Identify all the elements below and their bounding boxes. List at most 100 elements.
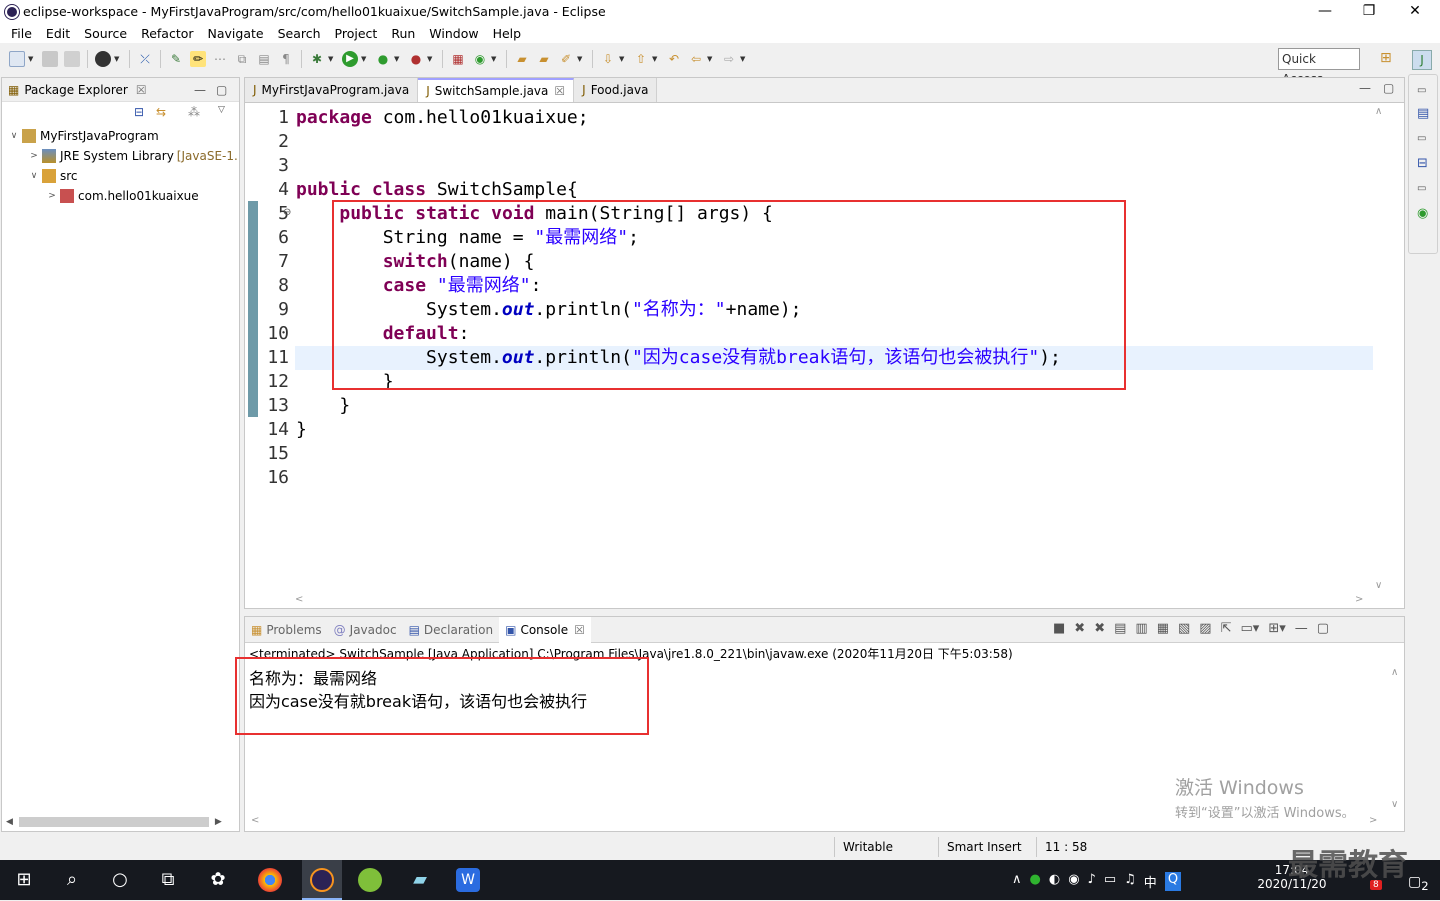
tree-item-project[interactable]: ∨ MyFirstJavaProgram	[8, 126, 159, 146]
open-console-icon[interactable]: ⊞▾	[1268, 621, 1285, 636]
run-icon[interactable]: ▶	[342, 51, 358, 67]
menu-help[interactable]: Help	[486, 26, 529, 41]
profile-icon[interactable]	[95, 51, 111, 67]
view-menu-icon[interactable]: ▽	[218, 105, 225, 115]
network-icon[interactable]: ▭	[1104, 872, 1116, 891]
wps-app-icon[interactable]: W	[456, 868, 480, 892]
wechat-icon[interactable]: ●	[1030, 872, 1041, 891]
new-icon[interactable]	[9, 51, 25, 67]
search-tool-icon[interactable]: ✐	[558, 51, 574, 67]
remove-launch-icon[interactable]: ✖	[1074, 621, 1085, 636]
open-task-icon[interactable]: ▰	[536, 51, 552, 67]
action-center-icon[interactable]: ▢2	[1408, 874, 1429, 893]
hierarchy-icon[interactable]: ⊟	[1417, 156, 1429, 171]
open-perspective-icon[interactable]: ⊞	[1380, 50, 1398, 68]
tree-item-src[interactable]: ∨ src	[28, 166, 78, 186]
tray-expand-icon[interactable]: ∧	[1012, 872, 1022, 891]
tree-item-jre[interactable]: > JRE System Library [JavaSE-1.	[28, 146, 238, 166]
terminate-icon[interactable]: ■	[1053, 621, 1065, 636]
package-explorer-title[interactable]: Package Explorer	[24, 83, 128, 97]
close-button[interactable]: ✕	[1392, 0, 1438, 23]
close-tab-icon[interactable]: ☒	[554, 84, 565, 98]
restore-icon-3[interactable]: ▭	[1417, 183, 1429, 194]
new-java-package-icon[interactable]: ▦	[450, 51, 466, 67]
open-folder-icon[interactable]: ▰	[514, 51, 530, 67]
console-scroll-right[interactable]: >	[1369, 815, 1377, 826]
tab-console[interactable]: ▣ Console ☒	[499, 616, 591, 643]
clear-console-icon[interactable]: ▤	[1114, 621, 1126, 636]
tray-q-icon[interactable]: Q	[1164, 872, 1182, 891]
ime-indicator[interactable]: 中	[1144, 872, 1157, 891]
new-class-icon[interactable]: ◉	[472, 51, 488, 67]
minimize-console-icon[interactable]: —	[1295, 621, 1308, 636]
pilcrow-icon[interactable]: ¶	[278, 51, 294, 67]
outline-icon[interactable]: ▤	[1417, 106, 1429, 121]
tray-app-icon[interactable]: ◐	[1049, 872, 1060, 891]
green-app-icon[interactable]	[358, 868, 382, 892]
task-view-icon[interactable]: ⧉	[154, 866, 182, 894]
minimize-editor-icon[interactable]: —	[1359, 81, 1371, 95]
editor-horizontal-scrollbar[interactable]: < >	[295, 594, 1365, 608]
back-icon[interactable]: ⇦	[688, 51, 704, 67]
external-tools-icon[interactable]: ●	[408, 51, 424, 67]
quick-access-input[interactable]: Quick Access	[1278, 48, 1360, 86]
display-console-icon[interactable]: ▭▾	[1241, 621, 1260, 636]
show-on-output-icon[interactable]: ▧	[1178, 621, 1190, 636]
windows-start-icon[interactable]: ⊞	[10, 866, 38, 894]
word-wrap-icon[interactable]: ▦	[1157, 621, 1169, 636]
menu-project[interactable]: Project	[328, 26, 385, 41]
menu-edit[interactable]: Edit	[39, 26, 77, 41]
chrome-icon[interactable]	[258, 868, 282, 892]
maximize-editor-icon[interactable]: ▢	[1383, 81, 1394, 95]
cortana-icon[interactable]: ○	[106, 866, 134, 894]
prev-annotation-icon[interactable]: ⇧	[633, 51, 649, 67]
highlight-icon[interactable]: ✏	[190, 51, 206, 67]
skip-breakpoints-icon[interactable]: ⤫	[137, 51, 153, 67]
java-perspective-icon[interactable]: J	[1412, 50, 1432, 70]
menu-search[interactable]: Search	[271, 26, 328, 41]
vertical-scrollbar[interactable]: ∧ ∨	[1375, 106, 1391, 594]
scroll-lock-icon[interactable]: ▥	[1135, 621, 1147, 636]
fold-toggle-icon[interactable]: ⊖	[283, 207, 291, 218]
restore-icon[interactable]: ▭	[1417, 85, 1429, 96]
next-annotation-icon[interactable]: ⇩	[600, 51, 616, 67]
close-console-icon[interactable]: ☒	[574, 623, 585, 637]
menu-navigate[interactable]: Navigate	[201, 26, 271, 41]
save-all-icon[interactable]	[64, 51, 80, 67]
mark-occurrences-icon[interactable]: ⋯	[212, 51, 228, 67]
show-whitespace-icon[interactable]: ▤	[256, 51, 272, 67]
menu-window[interactable]: Window	[422, 26, 485, 41]
debug-icon[interactable]: ✱	[309, 51, 325, 67]
remove-all-icon[interactable]: ✖	[1094, 621, 1105, 636]
show-on-error-icon[interactable]: ▨	[1199, 621, 1211, 636]
menu-file[interactable]: File	[4, 26, 39, 41]
console-scroll-up[interactable]: ∧	[1391, 667, 1398, 678]
save-icon[interactable]	[42, 51, 58, 67]
maximize-console-icon[interactable]: ▢	[1317, 621, 1329, 636]
tab-declaration[interactable]: ▤ Declaration	[403, 623, 500, 637]
tab-problems[interactable]: ▦ Problems	[245, 623, 328, 637]
console-scroll-left[interactable]: <	[251, 815, 259, 826]
maximize-view-icon[interactable]: ▢	[216, 83, 227, 97]
last-edit-icon[interactable]: ↶	[666, 51, 682, 67]
toggle-block-icon[interactable]: ⧉	[234, 51, 250, 67]
forward-icon[interactable]: ⇨	[721, 51, 737, 67]
maximize-button[interactable]: ❐	[1346, 0, 1392, 23]
tree-item-package[interactable]: > com.hello01kuaixue	[46, 186, 199, 206]
close-view-icon[interactable]: ☒	[136, 83, 147, 97]
open-type-icon[interactable]: ✎	[168, 51, 184, 67]
task-list-icon[interactable]: ◉	[1417, 206, 1429, 221]
menu-source[interactable]: Source	[77, 26, 134, 41]
restore-icon-2[interactable]: ▭	[1417, 133, 1429, 144]
minimize-view-icon[interactable]: —	[194, 83, 206, 97]
pinwheel-app-icon[interactable]: ✿	[204, 866, 232, 894]
eclipse-taskbar-icon[interactable]	[302, 860, 342, 900]
menu-refactor[interactable]: Refactor	[134, 26, 200, 41]
coverage-icon[interactable]: ●	[375, 51, 391, 67]
tab-switchsample[interactable]: J SwitchSample.java ☒	[418, 78, 575, 102]
tab-javadoc[interactable]: @ Javadoc	[328, 623, 403, 637]
collapse-all-icon[interactable]: ⊟	[134, 105, 144, 119]
search-icon[interactable]: ⌕	[58, 866, 86, 894]
menu-run[interactable]: Run	[384, 26, 422, 41]
tab-myfirstjavaprogram[interactable]: J MyFirstJavaProgram.java	[245, 78, 419, 102]
